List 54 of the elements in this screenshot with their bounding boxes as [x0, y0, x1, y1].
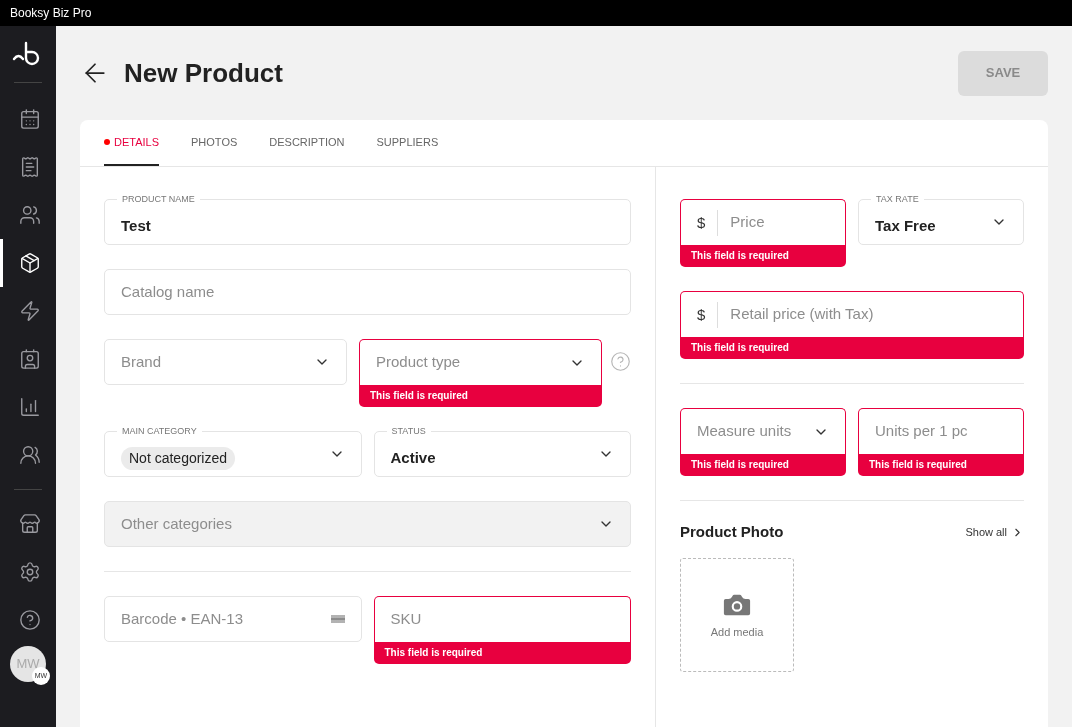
users-icon: [18, 204, 41, 226]
tab[interactable]: DESCRIPTION: [269, 120, 345, 166]
input-field[interactable]: $ Retail price (with Tax): [680, 291, 1024, 337]
calendar-icon: [18, 108, 41, 130]
tab[interactable]: PHOTOS: [191, 120, 238, 166]
error-message: This field is required: [680, 245, 846, 267]
error-message: This field is required: [359, 385, 602, 407]
dropdown-field[interactable]: Measure units: [680, 408, 846, 454]
section-title: Product Photo: [680, 522, 784, 542]
field-placeholder: Retail price (with Tax): [730, 304, 874, 325]
currency-prefix: $: [697, 209, 719, 236]
input-field[interactable]: Units per 1 pc: [858, 408, 1024, 454]
error-message: This field is required: [680, 454, 846, 476]
input-field[interactable]: SKU: [373, 596, 631, 642]
field-value: Test: [121, 215, 151, 236]
error-message: This field is required: [373, 642, 631, 664]
field-placeholder: Measure units: [697, 421, 792, 442]
error-message: This field is required: [858, 454, 1024, 476]
input-field[interactable]: Catalog name: [104, 269, 631, 315]
input-field[interactable]: $ Price: [680, 199, 846, 245]
field-placeholder: Catalog name: [121, 281, 215, 302]
field-placeholder: Other categories: [121, 513, 232, 534]
field-placeholder: Barcode • EAN-13: [121, 608, 243, 629]
field-value: Tax Free: [875, 215, 936, 236]
error-message: This field is required: [680, 337, 1024, 359]
dropdown-field[interactable]: Brand: [104, 339, 347, 385]
input-field[interactable]: Barcode • EAN-13: [104, 596, 362, 642]
show-all-link[interactable]: Show all: [965, 524, 1024, 541]
field-placeholder: Price: [730, 212, 765, 233]
help-icon: [18, 609, 41, 631]
field-placeholder: Product type: [376, 352, 461, 373]
field-placeholder: Brand: [121, 351, 162, 372]
store-icon: [18, 513, 41, 535]
field-label: PRODUCT NAME: [117, 193, 200, 205]
box-icon: [18, 252, 41, 274]
field-placeholder: SKU: [390, 609, 422, 630]
tab[interactable]: SUPPLIERS: [376, 120, 439, 166]
field-label: STATUS: [386, 425, 431, 437]
field-label: MAIN CATEGORY: [117, 425, 202, 437]
dropdown-field[interactable]: Product type: [359, 339, 602, 385]
contact-card-icon: [18, 348, 41, 370]
tab[interactable]: DETAILS: [104, 120, 160, 166]
lightning-icon: [18, 300, 41, 322]
field-placeholder: Units per 1 pc: [875, 421, 968, 442]
window-title: Booksy Biz Pro: [10, 5, 92, 22]
category-chip: Not categorized: [121, 446, 236, 470]
bar-chart-icon: [18, 396, 41, 418]
field-label: TAX RATE: [871, 193, 924, 205]
add-media-tile[interactable]: Add media: [680, 557, 794, 672]
page-title: New Product: [124, 56, 283, 90]
currency-prefix: $: [697, 301, 719, 328]
field-value: Active: [390, 447, 436, 468]
settings-icon: [18, 561, 41, 583]
group-icon: [18, 444, 41, 466]
